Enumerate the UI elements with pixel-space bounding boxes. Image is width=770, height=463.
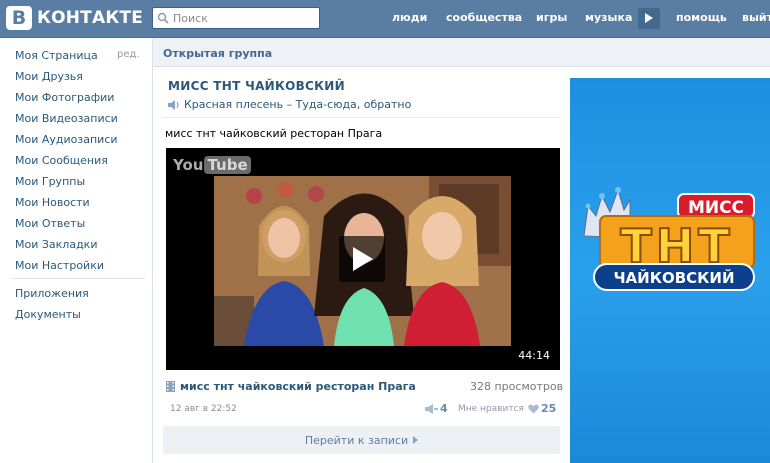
sidebar-item-bookmarks[interactable]: Мои Закладки [15,238,97,251]
music-play-button[interactable] [638,8,660,29]
share-count: 4 [440,402,448,415]
chevron-right-icon [413,436,419,444]
video-title-link[interactable]: мисс тнт чайковский ресторан Прага [166,380,416,393]
sidebar-divider [11,278,145,279]
sidebar-item-settings[interactable]: Мои Настройки [15,259,104,272]
youtube-logo[interactable]: You Tube [173,156,251,174]
like-label[interactable]: Мне нравится [458,404,524,414]
breadcrumb: Открытая группа [153,38,770,67]
nav-people[interactable]: люди [392,11,427,24]
youtube-logo-tube: Tube [204,156,251,174]
edit-link[interactable]: ред. [117,49,140,60]
video-title: мисс тнт чайковский ресторан Прага [180,380,416,393]
play-icon [353,247,373,271]
video-views: 328 просмотров [470,380,564,393]
content-divider [163,117,560,118]
main-left-border [152,38,153,463]
megaphone-icon [425,403,438,414]
play-arrow-icon [645,13,653,23]
sidebar-item-news[interactable]: Мои Новости [15,196,90,209]
sidebar-item-my-page[interactable]: Моя Страница [15,49,98,62]
left-sidebar: Моя Страница ред. Мои Друзья Мои Фотогра… [0,38,152,463]
group-status[interactable]: Красная плесень – Туда-сюда, обратно [168,98,411,111]
sidebar-item-videos[interactable]: Мои Видеозаписи [15,112,118,125]
top-header: В КОНТАКТЕ люди сообщества игры музыка п… [0,0,770,38]
nav-help[interactable]: помощь [676,11,727,24]
goto-post-label: Перейти к записи [304,433,409,447]
heart-icon [528,404,539,413]
sidebar-item-documents[interactable]: Документы [15,308,81,321]
nav-games[interactable]: игры [536,11,567,24]
film-icon [166,381,175,392]
nav-logout[interactable]: выйти [742,11,770,24]
sidebar-item-messages[interactable]: Мои Сообщения [15,154,108,167]
banner-city-text: ЧАЙКОВСКИЙ [613,268,734,287]
share-button[interactable]: 4 [425,402,448,415]
goto-post-button[interactable]: Перейти к записи [163,426,560,454]
speaker-icon [168,99,179,110]
miss-tnt-logo: МИСС ТНТ ЧАЙКОВСКИЙ [583,187,755,291]
nav-communities[interactable]: сообщества [446,11,522,24]
sidebar-item-groups[interactable]: Мои Группы [15,175,85,188]
sidebar-item-apps[interactable]: Приложения [15,287,89,300]
like-button[interactable]: 25 [528,402,556,415]
page-title: Открытая группа [163,47,273,60]
group-name[interactable]: МИСС ТНТ ЧАЙКОВСКИЙ [168,79,345,93]
sidebar-item-audio[interactable]: Мои Аудиозаписи [15,133,118,146]
video-duration: 44:14 [518,349,550,362]
post-date[interactable]: 12 авг в 22:52 [170,404,237,414]
group-banner[interactable]: МИСС ТНТ ЧАЙКОВСКИЙ [570,78,770,463]
sidebar-item-photos[interactable]: Мои Фотографии [15,91,114,104]
like-count: 25 [541,402,557,415]
sidebar-item-friends[interactable]: Мои Друзья [15,70,83,83]
video-player[interactable]: You Tube 44:14 [166,148,560,370]
status-text: Красная плесень – Туда-сюда, обратно [184,98,412,111]
sidebar-item-answers[interactable]: Мои Ответы [15,217,85,230]
post-text: мисс тнт чайковский ресторан Прага [165,127,383,140]
youtube-logo-you: You [173,156,204,174]
play-button[interactable] [339,236,385,282]
nav-music[interactable]: музыка [585,11,632,24]
